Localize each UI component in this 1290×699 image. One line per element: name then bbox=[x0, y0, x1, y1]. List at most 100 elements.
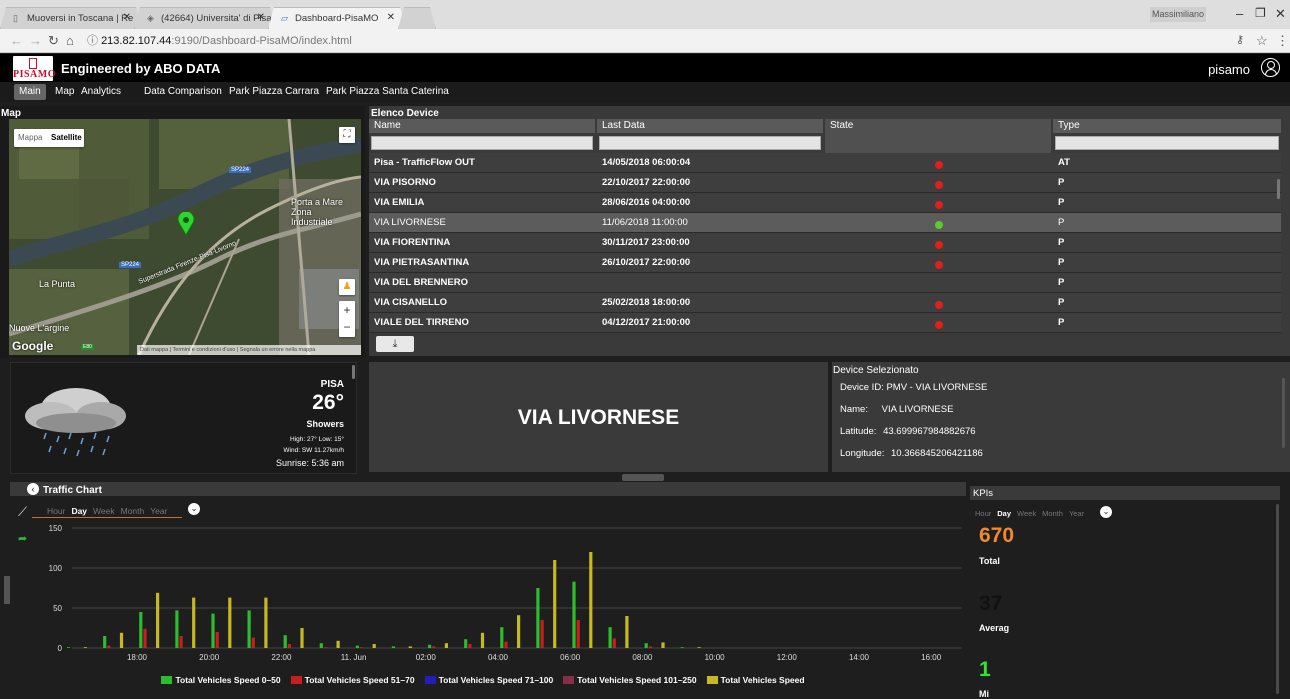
period-week[interactable]: Week bbox=[93, 506, 115, 516]
fullscreen-icon[interactable]: ⛶ bbox=[339, 127, 355, 143]
menu-park-piazza-santa-caterina[interactable]: Park Piazza Santa Caterina bbox=[321, 84, 454, 100]
export-icon[interactable]: ➦ bbox=[18, 532, 27, 545]
period-month[interactable]: Month bbox=[1042, 509, 1063, 518]
period-day[interactable]: Day bbox=[71, 506, 87, 516]
filter-last-data-input[interactable] bbox=[599, 136, 821, 150]
period-month[interactable]: Month bbox=[121, 506, 145, 516]
menu-main[interactable]: Main bbox=[14, 84, 46, 100]
bar-total-vehicles-speed bbox=[192, 597, 196, 648]
device-row[interactable]: VIA LIVORNESE 11/06/2018 11:00:00 P bbox=[369, 213, 1281, 233]
legend-item[interactable]: Total Vehicles Speed bbox=[706, 675, 805, 685]
browser-tab[interactable]: ◈ (42664) Universita' di Pisa ✕ bbox=[134, 7, 276, 29]
legend-item[interactable]: Total Vehicles Speed 101–250 bbox=[563, 675, 697, 685]
close-icon[interactable]: ✕ bbox=[387, 12, 395, 23]
device-row[interactable]: VIA EMILIA 28/06/2016 04:00:00 P bbox=[369, 193, 1281, 213]
device-row[interactable]: VIA FIORENTINA 30/11/2017 23:00:00 P bbox=[369, 233, 1281, 253]
device-row[interactable]: VIA PIETRASANTINA 26/10/2017 22:00:00 P bbox=[369, 253, 1281, 273]
chevron-down-icon[interactable]: ⌄ bbox=[188, 503, 200, 515]
close-icon[interactable]: ✕ bbox=[257, 12, 265, 23]
bar-total-vehicles-speed bbox=[83, 647, 87, 648]
kpis-scrollbar[interactable] bbox=[1276, 504, 1279, 694]
home-icon[interactable]: ⌂ bbox=[66, 33, 74, 48]
device-row[interactable]: Pisa - TrafficFlow OUT 14/05/2018 06:00:0… bbox=[369, 153, 1281, 173]
tab-label: Muoversi in Toscana | Re bbox=[27, 13, 134, 24]
line-chart-icon[interactable]: ⟋ bbox=[18, 504, 27, 520]
device-row[interactable]: VIA DEL BRENNERO P bbox=[369, 273, 1281, 293]
weather-wind: Wind: SW 11.27km/h bbox=[283, 447, 344, 454]
map-type-satellite[interactable]: Satellite bbox=[51, 133, 82, 142]
period-year[interactable]: Year bbox=[1069, 509, 1084, 518]
legend-item[interactable]: Total Vehicles Speed 0–50 bbox=[161, 675, 281, 685]
user-icon[interactable] bbox=[1261, 58, 1280, 77]
map-type-mappa[interactable]: Mappa bbox=[18, 133, 42, 142]
star-icon[interactable]: ☆ bbox=[1256, 33, 1268, 49]
browser-tab-active[interactable]: ▱ Dashboard-PisaMO ✕ bbox=[268, 7, 406, 29]
reload-icon[interactable]: ↻ bbox=[48, 33, 59, 49]
filter-type-input[interactable] bbox=[1055, 136, 1279, 150]
bar-total-vehicles-speed-0-50 bbox=[283, 635, 287, 648]
zoom-out-icon[interactable]: − bbox=[339, 319, 355, 337]
period-day[interactable]: Day bbox=[997, 509, 1011, 518]
filter-name-input[interactable] bbox=[371, 136, 593, 150]
new-tab-button[interactable] bbox=[398, 7, 436, 29]
bar-total-vehicles-speed-51-70 bbox=[323, 647, 328, 648]
back-icon[interactable]: ← bbox=[10, 33, 23, 48]
collapse-handle[interactable] bbox=[622, 474, 664, 481]
kpi-average-value: 37 bbox=[979, 592, 1003, 615]
period-hour[interactable]: Hour bbox=[47, 506, 65, 516]
menu-data-comparison[interactable]: Data Comparison bbox=[139, 84, 227, 100]
menu-analytics[interactable]: Analytics bbox=[76, 84, 126, 100]
key-icon[interactable]: ⚷ bbox=[1236, 33, 1244, 46]
more-icon[interactable]: ⋮ bbox=[1276, 33, 1289, 49]
maximize-icon[interactable]: ❐ bbox=[1255, 6, 1266, 20]
chevron-down-icon[interactable]: ⌄ bbox=[1100, 506, 1112, 518]
legend-item[interactable]: Total Vehicles Speed 71–100 bbox=[424, 675, 554, 685]
table-scrollbar[interactable] bbox=[1277, 179, 1280, 199]
device-name-cell: VIA PISORNO bbox=[374, 177, 436, 188]
download-button[interactable]: ⤓ bbox=[376, 336, 414, 352]
browser-profile[interactable]: Massimiliano bbox=[1150, 7, 1206, 22]
close-window-icon[interactable]: ✕ bbox=[1275, 6, 1286, 22]
bar-total-vehicles-speed-51-70 bbox=[540, 620, 544, 648]
selected-scrollbar[interactable] bbox=[1282, 378, 1285, 448]
satellite-map[interactable]: Mappa Satellite ⛶ SP224 SP224 Porta a Ma… bbox=[9, 119, 361, 355]
legend-item[interactable]: Total Vehicles Speed 51–70 bbox=[290, 675, 415, 685]
column-header-name[interactable]: Name bbox=[369, 119, 595, 133]
map-marker-icon[interactable] bbox=[177, 212, 195, 236]
column-header-state[interactable]: State bbox=[825, 119, 1051, 155]
url-input[interactable]: ⓘ 213.82.107.44:9190/Dashboard-PisaMO/in… bbox=[83, 32, 1233, 50]
device-row[interactable]: VIA CISANELLO 25/02/2018 18:00:00 P bbox=[369, 293, 1281, 313]
period-year[interactable]: Year bbox=[150, 506, 167, 516]
bar-total-vehicles-speed bbox=[264, 597, 268, 648]
street-view-icon[interactable]: ♟ bbox=[339, 279, 355, 295]
zoom-in-icon[interactable]: + bbox=[339, 301, 355, 319]
kpi-total-value: 670 bbox=[979, 524, 1015, 547]
column-header-type[interactable]: Type bbox=[1053, 119, 1281, 133]
map-footer-links[interactable]: Dati mappa | Termini e condizioni d'uso … bbox=[137, 345, 361, 355]
period-hour[interactable]: Hour bbox=[975, 509, 991, 518]
device-row[interactable]: VIALE DEL TIRRENO 04/12/2017 21:00:00 P bbox=[369, 313, 1281, 333]
road-label: SP224 bbox=[119, 262, 142, 268]
legend-label: Total Vehicles Speed 71–100 bbox=[438, 675, 554, 685]
device-last-data-cell: 22/10/2017 22:00:00 bbox=[602, 177, 691, 188]
area-label: La Punta bbox=[39, 279, 76, 289]
y-tick-label: 100 bbox=[49, 564, 63, 573]
device-row[interactable]: VIA PISORNO 22/10/2017 22:00:00 P bbox=[369, 173, 1281, 193]
browser-tab[interactable]: ▯ Muoversi in Toscana | Re ✕ bbox=[0, 7, 142, 29]
device-last-data-cell: 11/06/2018 11:00:00 bbox=[602, 217, 688, 228]
menu-park-piazza-carrara[interactable]: Park Piazza Carrara bbox=[224, 84, 324, 100]
bar-total-vehicles-speed-0-50 bbox=[500, 627, 504, 648]
weather-scrollbar[interactable] bbox=[352, 365, 355, 379]
traffic-period-selector: Hour Day Week Month Year bbox=[47, 506, 173, 516]
period-week[interactable]: Week bbox=[1017, 509, 1036, 518]
minimize-icon[interactable]: – bbox=[1236, 6, 1243, 21]
device-last-data-cell: 04/12/2017 21:00:00 bbox=[602, 317, 691, 328]
bar-total-vehicles-speed-0-50 bbox=[175, 610, 179, 648]
map-imagery[interactable] bbox=[9, 119, 361, 355]
column-header-last-data[interactable]: Last Data bbox=[597, 119, 823, 133]
forward-icon[interactable]: → bbox=[29, 33, 42, 48]
close-icon[interactable]: ✕ bbox=[123, 12, 131, 23]
bar-total-vehicles-speed-0-50 bbox=[67, 647, 71, 648]
collapse-left-icon[interactable]: ‹ bbox=[27, 483, 39, 495]
username[interactable]: pisamo bbox=[1208, 62, 1250, 77]
